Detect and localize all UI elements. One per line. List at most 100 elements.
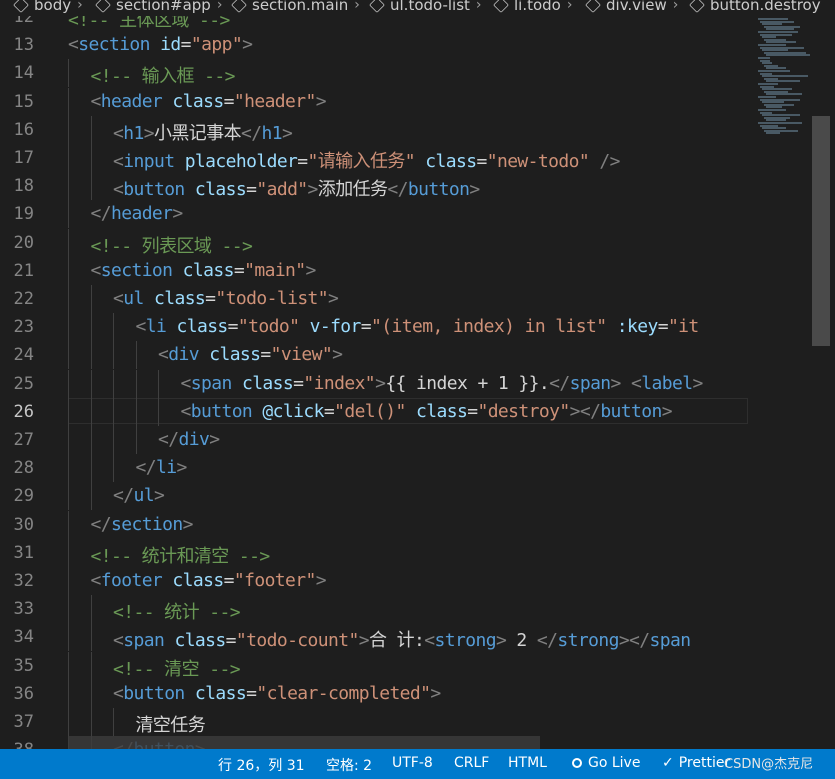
breadcrumb-item[interactable]: section.main › (231, 0, 360, 14)
line-number: 38 (0, 740, 34, 749)
cursor-position[interactable]: 行 26，列 31 (218, 755, 305, 775)
code-line[interactable]: 12 <!-- 主体区域 --> (0, 16, 760, 31)
code-line[interactable]: 31 <!-- 统计和清空 --> (0, 538, 760, 567)
line-number: 15 (13, 91, 34, 112)
breadcrumb-item[interactable]: ul.todo-list › (369, 0, 482, 14)
symbol-icon (493, 0, 509, 13)
code-text: </header> (91, 203, 184, 225)
chevron-right-icon: › (672, 0, 679, 13)
code-line[interactable]: 22 <ul class="todo-list"> (0, 285, 760, 313)
code-token: button (190, 400, 253, 422)
code-line[interactable]: 13 <section id="app"> (0, 31, 760, 59)
code-line[interactable]: 36 <button class="clear-completed"> (0, 679, 760, 708)
breadcrumb-label: section.main (252, 0, 349, 14)
code-token: > (328, 288, 339, 309)
breadcrumb-item[interactable]: section#app › (95, 0, 222, 14)
code-token: footer (100, 570, 163, 591)
breadcrumb-label: ul.todo-list (390, 0, 470, 14)
go-live-button[interactable]: Go Live (572, 755, 640, 771)
symbol-icon (585, 0, 601, 13)
check-double-icon: ✓ (662, 755, 674, 771)
code-token: 合 计: (368, 630, 425, 652)
eol-status[interactable]: CRLF (454, 755, 489, 771)
code-line[interactable]: 34 <span class="todo-count">合 计:<strong> … (0, 623, 760, 652)
code-token: section (100, 259, 173, 281)
code-editor[interactable]: 12 <!-- 主体区域 --> 13 <section id="app"> 14 <!-… (0, 16, 760, 749)
code-line[interactable]: 27 </div> (0, 426, 760, 454)
code-line[interactable]: 15 <header class="header"> (0, 87, 760, 116)
indentation-status[interactable]: 空格: 2 (326, 755, 372, 775)
code-token: section (110, 513, 183, 535)
code-token: > (661, 400, 673, 422)
scrollbar-thumb[interactable] (812, 116, 830, 346)
code-token: <!-- 清空 --> (113, 658, 241, 680)
indent-guide (158, 397, 159, 426)
vertical-scrollbar[interactable] (812, 16, 830, 749)
code-token: > (315, 90, 327, 112)
breadcrumb-item[interactable]: body › (13, 0, 83, 14)
breadcrumb-item[interactable]: li.todo › (493, 0, 572, 14)
indent-guide (68, 369, 69, 398)
code-line[interactable]: 18 <button class="add">添加任务</button> (0, 172, 760, 201)
code-line[interactable]: 19 </header> (0, 200, 760, 229)
symbol-icon (95, 0, 111, 13)
line-number: 29 (13, 486, 34, 507)
code-token: < (90, 570, 102, 591)
code-token: = (225, 630, 237, 652)
code-token: span (190, 372, 233, 394)
code-line[interactable]: 20 <!-- 列表区域 --> (0, 228, 760, 257)
minimap[interactable] (750, 16, 812, 749)
code-line[interactable]: 25 <span class="index">{{ index + 1 }}.</… (0, 369, 760, 398)
breadcrumb-item[interactable]: div.view › (585, 0, 679, 14)
code-line[interactable]: 30 </section> (0, 510, 760, 539)
line-number: 18 (13, 176, 34, 197)
code-token: > (305, 259, 317, 281)
code-line[interactable]: 28 </li> (0, 454, 760, 483)
code-line[interactable]: 26 <button @click="del()" class="destroy"… (0, 397, 760, 426)
code-line[interactable]: 33 <!-- 统计 --> (0, 595, 760, 624)
breadcrumb: body › section#app › section.main › ul.todo-li… (0, 0, 835, 16)
code-token: > (172, 203, 183, 225)
code-line[interactable]: 16 <h1>小黑记事本</h1> (0, 115, 760, 144)
breadcrumb-item[interactable]: button.destroy (689, 0, 821, 14)
symbol-icon (689, 0, 705, 13)
language-mode[interactable]: HTML (508, 755, 547, 771)
line-number: 17 (13, 148, 34, 168)
code-line[interactable]: 14 <!-- 输入框 --> (0, 59, 760, 88)
code-token: button (123, 179, 185, 201)
code-line[interactable]: 23 <li class="todo" v-for="(item, index) … (0, 313, 760, 342)
code-line[interactable]: 35 <!-- 清空 --> (0, 651, 760, 680)
line-number: 16 (13, 119, 34, 140)
code-token: "header" (233, 90, 317, 112)
indent-guide (90, 679, 92, 708)
indent-guide (68, 567, 69, 595)
code-token: header (100, 90, 163, 112)
encoding-status[interactable]: UTF-8 (392, 755, 433, 771)
code-line[interactable]: 17 <input placeholder="请输入任务" class="new-… (0, 144, 760, 172)
indent-guide (135, 426, 137, 454)
code-line[interactable]: 32 <footer class="footer"> (0, 567, 760, 595)
indent-guide (90, 144, 92, 172)
line-number: 19 (13, 204, 34, 225)
code-text: <ul class="todo-list"> (113, 288, 339, 309)
indent-guide (90, 482, 92, 511)
code-token: {{ index + 1 }}. (385, 372, 550, 394)
line-number: 28 (13, 458, 34, 479)
code-line[interactable]: 37 清空任务 (0, 708, 760, 736)
chevron-right-icon: › (77, 0, 83, 13)
code-token: < (113, 682, 124, 704)
code-token: "new-todo" (486, 151, 590, 172)
code-line[interactable]: 24 <div class="view"> (0, 341, 760, 370)
code-token: <!-- 输入框 --> (90, 66, 236, 88)
horizontal-scrollbar[interactable] (68, 736, 540, 749)
code-line[interactable]: 21 <section class="main"> (0, 256, 760, 285)
prettier-button[interactable]: ✓ Prettier (662, 755, 730, 771)
code-token: < (113, 151, 124, 172)
code-line[interactable]: 29 </ul> (0, 482, 760, 511)
code-token: </ (536, 630, 558, 652)
code-text: <span class="todo-count">合 计:<strong> 2 … (113, 626, 691, 652)
